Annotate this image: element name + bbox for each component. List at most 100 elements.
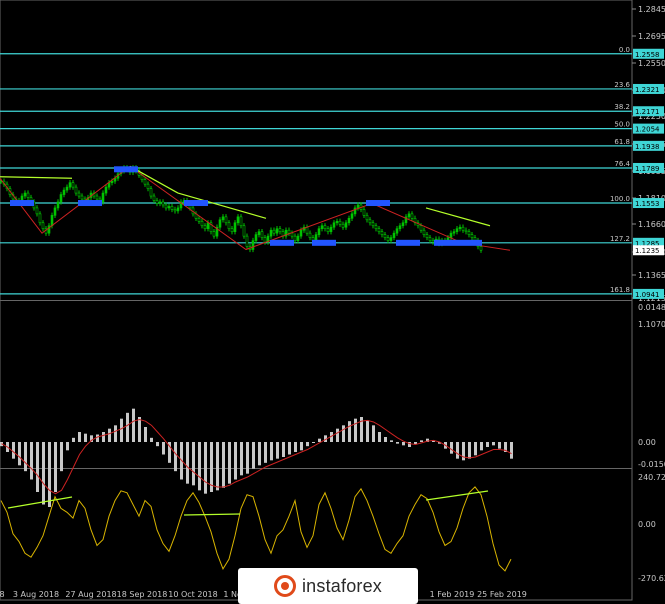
candle-body (167, 206, 171, 209)
candle-body (161, 201, 165, 206)
candle-body (158, 201, 162, 204)
candle-body (74, 186, 78, 194)
candle-body (299, 229, 303, 237)
candle-body (452, 231, 456, 234)
macd-histogram-bar (306, 442, 309, 447)
macd-histogram-bar (18, 442, 21, 466)
macd-histogram-bar (108, 428, 111, 442)
candle-body (224, 216, 228, 224)
macd-histogram-bar (60, 442, 63, 472)
candle-body (263, 237, 267, 243)
candle-body (257, 231, 261, 235)
x-axis-date-label: 18 Sep 2018 (117, 590, 168, 599)
x-axis-date-label: 3 Aug 2018 (13, 590, 59, 599)
fib-price-tag-text: 1.1553 (635, 200, 660, 208)
candle-body (200, 220, 204, 227)
fib-level-label: 61.8 (614, 138, 630, 146)
candle-body (146, 183, 150, 189)
fib-price-tag-text: 1.1789 (635, 165, 660, 173)
macd-histogram-bar (294, 442, 297, 452)
candle-body (374, 225, 378, 230)
price-divergence-line (425, 207, 491, 227)
macd-histogram-bar (348, 421, 351, 442)
candle-body (455, 228, 459, 232)
candle-body (389, 237, 393, 241)
candle-body (326, 228, 330, 232)
candle-body (278, 228, 282, 232)
macd-histogram-bar (150, 437, 153, 442)
macd-histogram-bar (456, 442, 459, 459)
instaforex-logo-icon (273, 575, 296, 597)
macd-histogram-bar (36, 442, 39, 492)
macd-tick-label: 0.01482 (638, 303, 665, 312)
macd-histogram-bar (300, 442, 303, 451)
macd-histogram-bar (246, 442, 249, 474)
macd-histogram-bar (84, 433, 87, 442)
candle-body (68, 182, 72, 188)
candle-body (239, 216, 243, 227)
macd-histogram-bar (222, 442, 225, 488)
fib-price-tag-text: 1.2171 (635, 108, 660, 116)
macd-histogram-bar (264, 442, 267, 463)
fib-level-label: 127.2 (610, 235, 630, 243)
cci-divergence-line (7, 496, 73, 509)
fib-price-tag-text: 1.2054 (635, 126, 660, 134)
candle-body (152, 195, 156, 201)
cci-divergence-line (425, 490, 489, 501)
macd-histogram-bar (378, 432, 381, 442)
candle-body (101, 192, 105, 203)
candle-body (245, 235, 249, 247)
candle-body (470, 234, 474, 238)
candle-body (329, 226, 333, 232)
fib-price-tag-text: 1.2321 (635, 86, 660, 94)
candle-body (410, 213, 414, 219)
macd-histogram-bar (186, 442, 189, 484)
macd-histogram-bar (132, 408, 135, 442)
macd-histogram-bar (318, 438, 321, 442)
macd-histogram-bar (102, 432, 105, 442)
candle-body (77, 192, 81, 197)
macd-histogram-bar (468, 442, 471, 459)
candle-body (467, 231, 471, 235)
macd-histogram-bar (240, 442, 243, 476)
candle-body (221, 216, 225, 221)
candle-body (203, 225, 207, 230)
candle-body (407, 213, 411, 218)
candle-body (323, 225, 327, 230)
candle-body (314, 234, 318, 241)
candle-body (422, 229, 426, 235)
x-axis-date-label: 1 Feb 2019 (430, 590, 475, 599)
fib-price-tag-text: 1.1938 (635, 143, 660, 151)
macd-histogram-bar (126, 412, 129, 442)
macd-histogram-bar (336, 428, 339, 442)
macd-histogram-bar (72, 437, 75, 442)
instaforex-logo: instaforex (238, 568, 418, 604)
macd-histogram-bar (66, 442, 69, 451)
candle-body (56, 201, 60, 209)
x-axis-date-label: 8 (0, 590, 5, 599)
fib-level-label: 76.4 (614, 160, 630, 168)
candle-body (356, 204, 360, 209)
macd-histogram-bar (120, 418, 123, 442)
candle-body (353, 207, 357, 215)
candle-body (335, 220, 339, 224)
candle-body (35, 207, 39, 215)
candle-body (347, 218, 351, 224)
candle-body (458, 226, 462, 230)
macd-histogram-bar (366, 420, 369, 442)
candle-body (419, 225, 423, 231)
price-tick-label: 1.2550 (638, 59, 665, 68)
candle-body (380, 231, 384, 235)
macd-histogram-bar (372, 425, 375, 442)
macd-histogram-bar (492, 442, 495, 446)
candle-body (149, 188, 153, 197)
macd-histogram-bar (288, 442, 291, 455)
x-axis-date-label: 25 Feb 2019 (477, 590, 527, 599)
candle-body (377, 228, 381, 232)
candle-body (401, 222, 405, 227)
fib-level-label: 0.0 (619, 46, 630, 54)
macd-histogram-bar (204, 442, 207, 494)
macd-histogram-bar (420, 440, 423, 442)
macd-histogram-bar (162, 442, 165, 455)
price-tick-label: 1.1660 (638, 220, 665, 229)
